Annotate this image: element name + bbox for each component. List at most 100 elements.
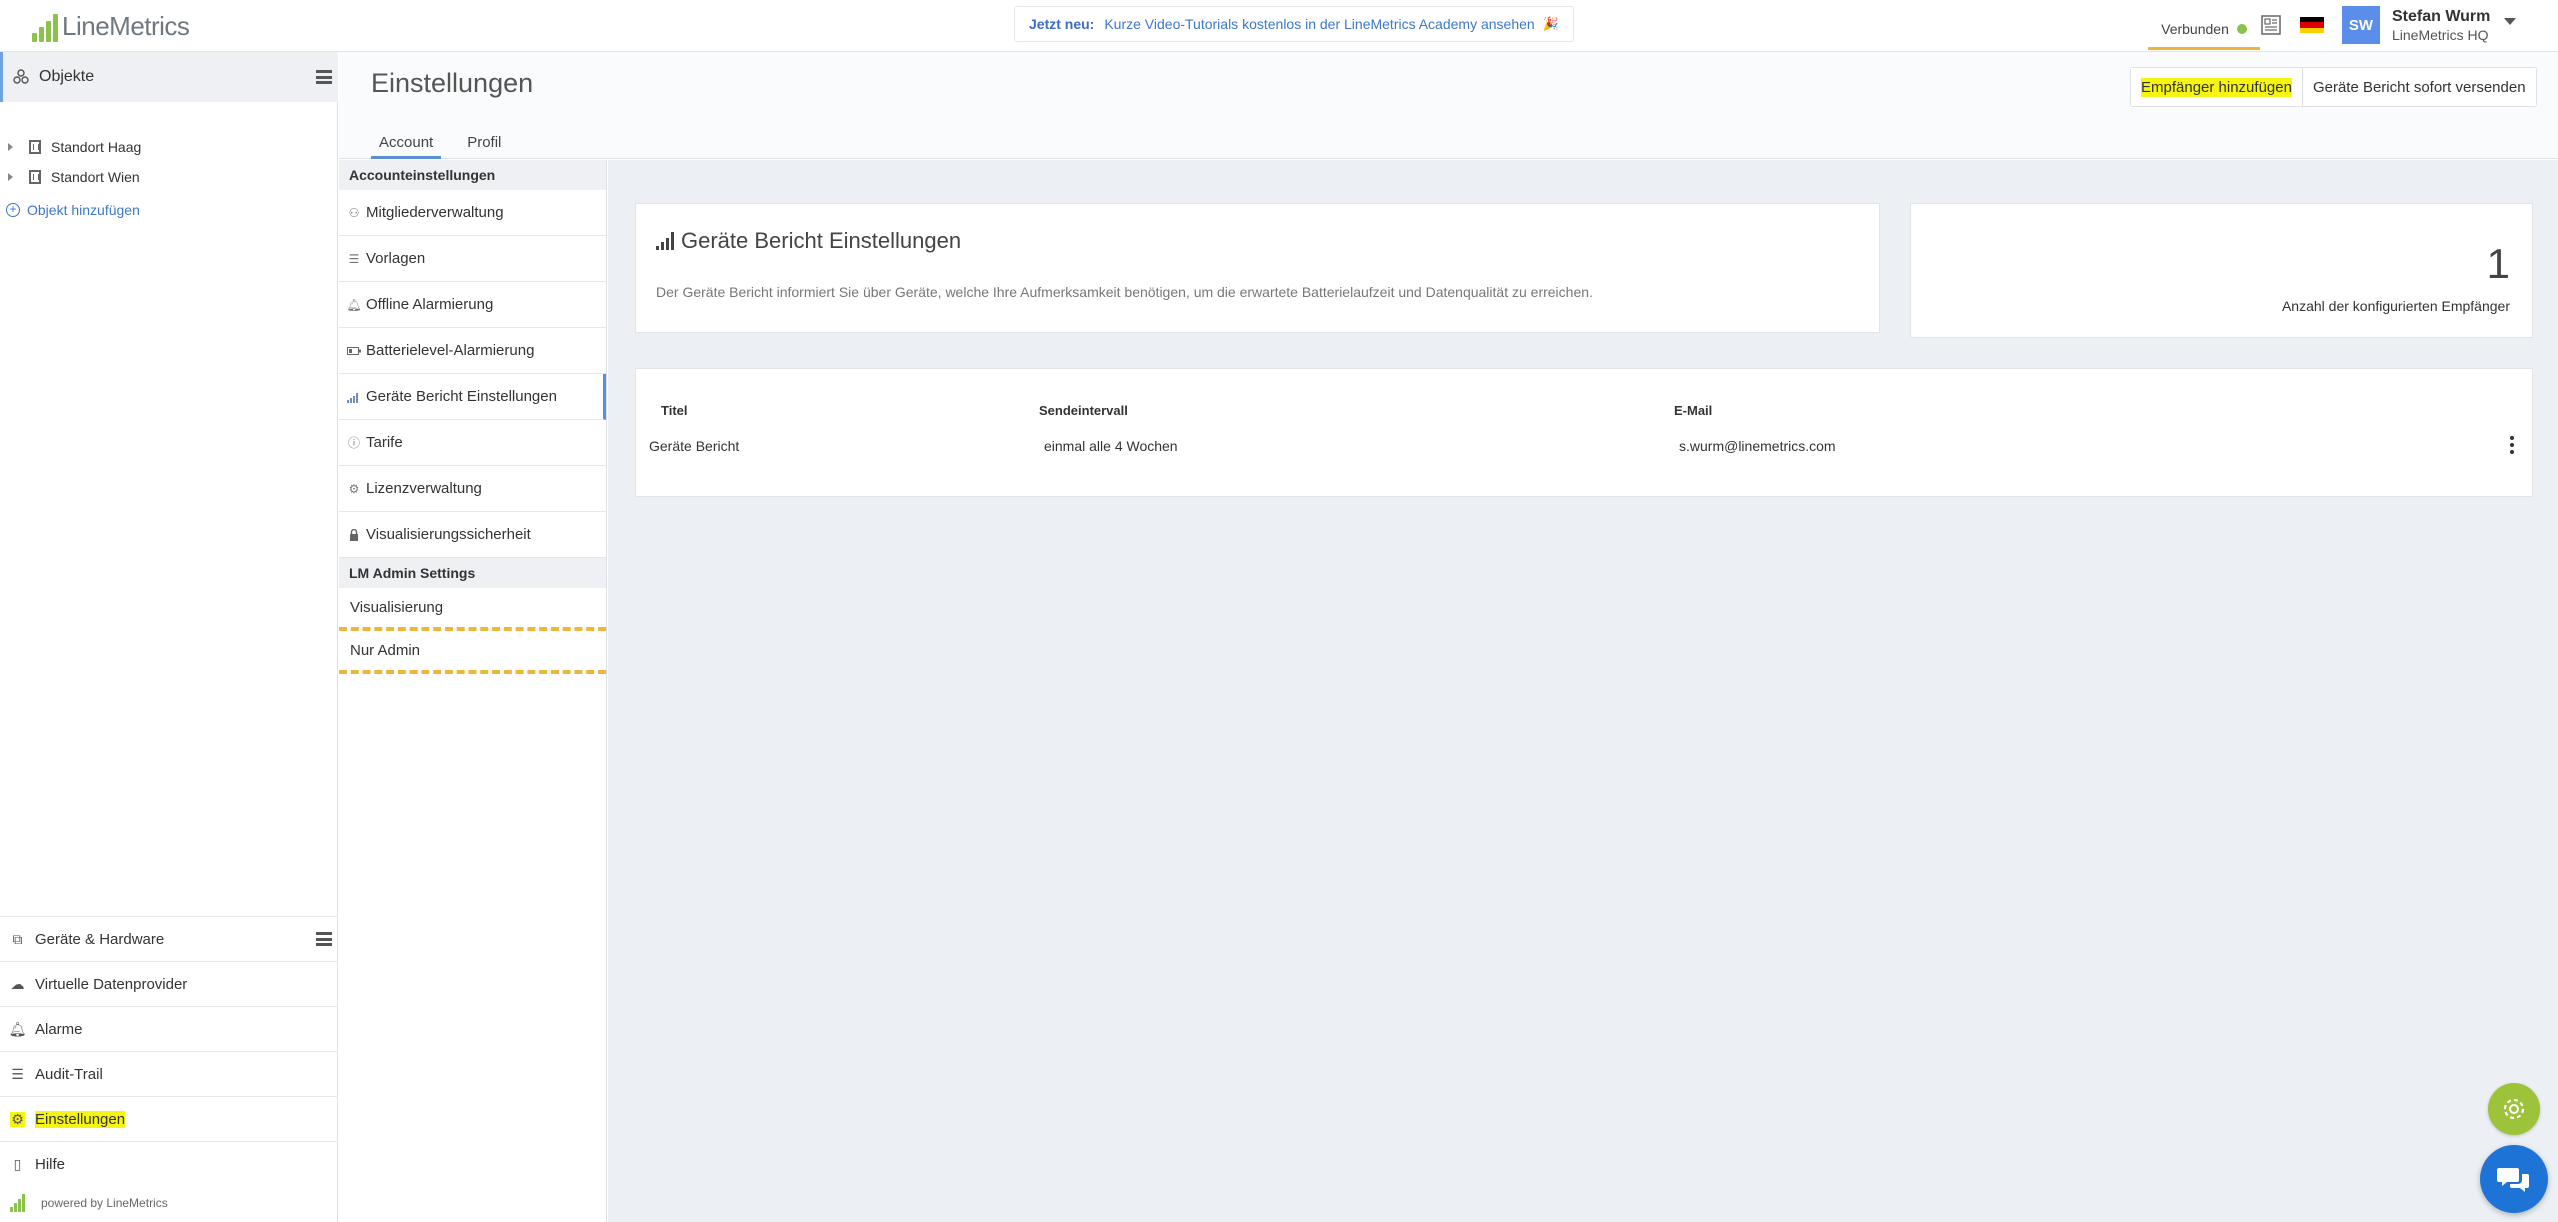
nav-item-label: Geräte & Hardware bbox=[35, 930, 165, 948]
expand-caret-icon[interactable] bbox=[8, 143, 13, 151]
lock-icon bbox=[347, 528, 361, 542]
nav-item-label: Hilfe bbox=[35, 1155, 66, 1173]
info-icon: ⓘ bbox=[347, 436, 360, 450]
nav-item-virtual-data-providers[interactable]: ☁ Virtuelle Datenprovider bbox=[0, 961, 338, 1006]
nav-item-label: Einstellungen bbox=[35, 1110, 126, 1128]
user-name: Stefan Wurm bbox=[2392, 8, 2491, 25]
header-actions: Empfänger hinzufügen Geräte Bericht sofo… bbox=[2130, 67, 2537, 107]
user-menu[interactable]: Stefan Wurm LineMetrics HQ bbox=[2392, 7, 2490, 45]
add-object-link[interactable]: + Objekt hinzufügen bbox=[6, 202, 140, 218]
cloud-icon: ☁ bbox=[10, 975, 25, 992]
nav-item-label: Alarme bbox=[35, 1020, 83, 1038]
column-header-email: E-Mail bbox=[1674, 403, 1713, 418]
nav-item-devices[interactable]: ⧉ Geräte & Hardware bbox=[0, 916, 338, 961]
floating-settings-button[interactable] bbox=[2488, 1083, 2540, 1135]
avatar[interactable]: SW bbox=[2342, 6, 2380, 44]
recipient-count-card: 1 Anzahl der konfigurierten Empfänger bbox=[1910, 203, 2533, 338]
newspaper-icon[interactable] bbox=[2260, 14, 2282, 36]
cell-title: Geräte Bericht bbox=[649, 438, 740, 454]
gear-icon bbox=[2503, 1098, 2525, 1120]
menu-item-label: Batterielevel-Alarmierung bbox=[366, 342, 535, 359]
menu-item-members[interactable]: ⚇ Mitgliederverwaltung bbox=[339, 190, 606, 236]
logo-text-line: Line bbox=[62, 11, 110, 41]
menu-item-offline-alarm[interactable]: 🔔︎ Offline Alarmierung bbox=[339, 282, 606, 328]
nav-item-alarms[interactable]: 🔔︎ Alarme bbox=[0, 1006, 338, 1051]
list-view-icon[interactable] bbox=[316, 932, 332, 946]
page-title: Einstellungen bbox=[371, 68, 534, 98]
news-banner[interactable]: Jetzt neu: Kurze Video-Tutorials kostenl… bbox=[1014, 6, 1574, 42]
menu-item-device-report[interactable]: Geräte Bericht Einstellungen bbox=[339, 374, 606, 420]
menu-item-label: Vorlagen bbox=[366, 250, 426, 267]
tree-item-standort-haag[interactable]: Standort Haag bbox=[0, 132, 338, 162]
tree-item-label: Standort Wien bbox=[51, 169, 140, 185]
nav-item-audit-trail[interactable]: ☰ Audit-Trail bbox=[0, 1051, 338, 1096]
party-icon: 🎉 bbox=[1542, 16, 1559, 31]
list-view-icon[interactable] bbox=[316, 70, 332, 84]
nav-item-help[interactable]: ▯ Hilfe bbox=[0, 1141, 338, 1186]
menu-item-visualization[interactable]: Visualisierung bbox=[339, 588, 606, 631]
users-icon: ⚇ bbox=[348, 205, 360, 220]
chevron-down-icon[interactable] bbox=[2504, 18, 2516, 25]
main-content: Geräte Bericht Einstellungen Der Geräte … bbox=[608, 160, 2558, 1222]
linemetrics-logo[interactable]: LineMetrics bbox=[32, 10, 190, 42]
nav-item-settings[interactable]: ⚙ Einstellungen bbox=[0, 1096, 338, 1141]
menu-item-label: Mitgliederverwaltung bbox=[366, 204, 504, 221]
bell-icon: 🔔︎ bbox=[346, 297, 362, 312]
menu-item-label: Visualisierungssicherheit bbox=[366, 526, 531, 543]
menu-item-admin-only[interactable]: Nur Admin bbox=[339, 631, 606, 674]
building-icon bbox=[29, 170, 41, 184]
row-menu-icon[interactable] bbox=[2510, 436, 2514, 454]
battery-icon bbox=[347, 344, 361, 358]
tab-bar: Account Profil bbox=[371, 126, 527, 159]
menu-item-battery-alarm[interactable]: Batterielevel-Alarmierung bbox=[339, 328, 606, 374]
gear-icon: ⚙ bbox=[348, 481, 360, 496]
status-dot-icon bbox=[2236, 23, 2247, 34]
language-flag-icon[interactable] bbox=[2300, 17, 2324, 33]
plus-circle-icon: + bbox=[6, 203, 20, 217]
list-icon: ☰ bbox=[348, 251, 360, 266]
add-recipient-button[interactable]: Empfänger hinzufügen bbox=[2131, 68, 2302, 106]
menu-item-license[interactable]: ⚙ Lizenzverwaltung bbox=[339, 466, 606, 512]
logo-bars-icon bbox=[10, 1194, 25, 1212]
bottom-nav: ⧉ Geräte & Hardware ☁ Virtuelle Datenpro… bbox=[0, 916, 338, 1186]
tab-account[interactable]: Account bbox=[371, 126, 442, 159]
recipient-count: 1 bbox=[2486, 240, 2510, 287]
device-icon: ⧉ bbox=[12, 930, 23, 947]
column-header-title: Titel bbox=[661, 403, 688, 418]
object-tree: Standort Haag Standort Wien bbox=[0, 132, 338, 192]
menu-item-label: Tarife bbox=[366, 434, 403, 451]
report-title: Geräte Bericht Einstellungen bbox=[681, 228, 962, 253]
cell-email: s.wurm@linemetrics.com bbox=[1679, 438, 1836, 454]
tree-item-label: Standort Haag bbox=[51, 139, 142, 155]
nav-item-label: Virtuelle Datenprovider bbox=[35, 975, 188, 993]
menu-section-account: Accounteinstellungen bbox=[339, 160, 606, 190]
logo-text-metrics: Metrics bbox=[109, 11, 190, 41]
menu-section-admin: LM Admin Settings bbox=[339, 558, 606, 588]
add-recipient-label: Empfänger hinzufügen bbox=[2141, 77, 2292, 97]
column-header-interval: Sendeintervall bbox=[1039, 403, 1128, 418]
report-info-card: Geräte Bericht Einstellungen Der Geräte … bbox=[635, 203, 1880, 333]
tab-profile[interactable]: Profil bbox=[459, 126, 509, 159]
connection-status-label: Verbunden bbox=[2161, 20, 2229, 37]
menu-item-tariffs[interactable]: ⓘ Tarife bbox=[339, 420, 606, 466]
news-message-link[interactable]: Kurze Video-Tutorials kostenlos in der L… bbox=[1104, 16, 1534, 32]
send-report-button[interactable]: Geräte Bericht sofort versenden bbox=[2301, 68, 2536, 106]
tree-item-standort-wien[interactable]: Standort Wien bbox=[0, 162, 338, 192]
signal-icon bbox=[656, 232, 674, 250]
recipient-count-label: Anzahl der konfigurierten Empfänger bbox=[2281, 298, 2510, 314]
menu-item-templates[interactable]: ☰ Vorlagen bbox=[339, 236, 606, 282]
menu-item-visualization-security[interactable]: Visualisierungssicherheit bbox=[339, 512, 606, 558]
nav-item-label: Audit-Trail bbox=[35, 1065, 103, 1083]
chat-icon bbox=[2497, 1168, 2529, 1192]
menu-item-label: Geräte Bericht Einstellungen bbox=[366, 388, 557, 405]
news-label: Jetzt neu: bbox=[1029, 16, 1095, 32]
chat-button[interactable] bbox=[2480, 1145, 2548, 1213]
cell-interval: einmal alle 4 Wochen bbox=[1044, 438, 1178, 454]
book-icon: ▯ bbox=[13, 1155, 22, 1172]
expand-caret-icon[interactable] bbox=[8, 173, 13, 181]
menu-item-label: Offline Alarmierung bbox=[366, 296, 494, 313]
list-icon: ☰ bbox=[11, 1065, 24, 1082]
objects-nav-item[interactable]: Objekte bbox=[0, 52, 338, 102]
user-org: LineMetrics HQ bbox=[2392, 27, 2489, 43]
connection-status[interactable]: Verbunden bbox=[2148, 10, 2260, 50]
